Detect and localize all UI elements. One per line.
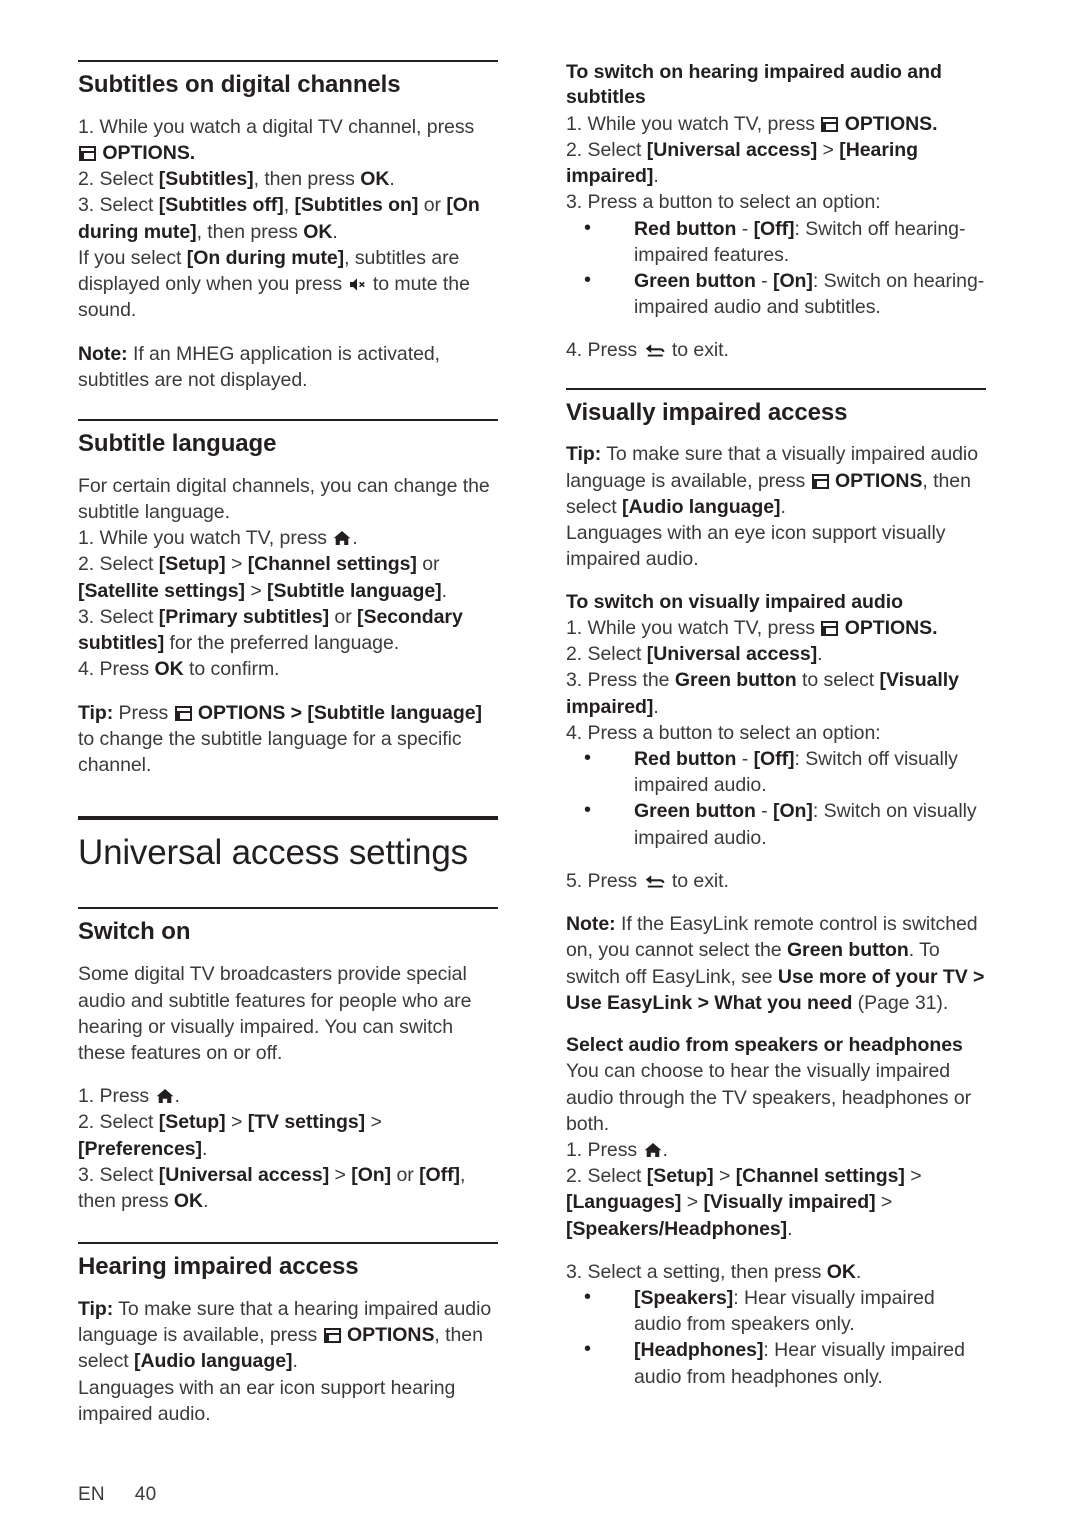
step-4: 4. Press to exit. [566,339,729,362]
heading-select-audio-output: Select audio from speakers or headphones [566,1033,963,1056]
steps-visually-impaired: 1. While you watch TV, press OPTIONS. 2.… [566,615,986,746]
list-item: [Speakers]: Hear visually impaired audio… [566,1284,986,1337]
step-1: 1. Press . [566,1138,668,1161]
list-item: Red button - [Off]: Switch off visually … [566,745,986,798]
heading-switch-on: Switch on [78,918,191,946]
steps-speakers-headphones: 1. Press . 2. Select [Setup] > [Channel … [566,1137,986,1242]
list-item: [Headphones]: Hear visually impaired aud… [566,1336,986,1389]
list-item: Green button - [On]: Switch on hearing-i… [566,267,986,320]
speakers-headphones-intro: You can choose to hear the visually impa… [566,1060,972,1135]
options-icon [174,705,192,721]
options-icon [811,473,829,489]
tip-hearing-impaired: Tip: To make sure that a hearing impaire… [78,1298,492,1373]
step-2: 2. Select [Universal access]. [566,643,823,666]
options-icon [79,146,96,162]
step-2: 2. Select [Setup] > [Channel settings] o… [78,553,447,602]
home-icon [333,530,351,546]
page-title: Universal access settings [78,833,468,873]
heading-subtitle-language: Subtitle language [78,429,277,457]
step-3: 3. Select a setting, then press OK. [566,1260,862,1283]
step-1: 1. Press . [78,1085,180,1108]
back-icon [645,343,665,358]
visually-impaired-options: Red button - [Off]: Switch off visually … [566,745,986,851]
hearing-impaired-body: Languages with an ear icon support heari… [78,1376,456,1425]
steps-hearing-impaired: 1. While you watch TV, press OPTIONS. 2.… [566,111,986,216]
right-column: To switch on hearing impaired audio and … [566,60,986,1390]
steps-subtitles-digital: 1. While you watch a digital TV channel,… [78,114,498,324]
step-2: 2. Select [Universal access] > [Hearing … [566,138,918,188]
left-column: Subtitles on digital channels 1. While y… [78,60,498,1427]
switch-on-intro: Some digital TV broadcasters provide spe… [78,963,472,1064]
two-column-layout: Subtitles on digital channels 1. While y… [78,60,1020,1427]
step-1: 1. While you watch TV, press OPTIONS. [566,616,938,639]
step-3: 3. Press the Green button to select [Vis… [566,669,959,718]
section-rule [566,387,986,390]
step-2: 2. Select [Setup] > [TV settings] > [Pre… [78,1111,382,1160]
section-rule [78,907,498,910]
step-3: 3. Press a button to select an option: [566,191,881,214]
heading-subtitles-on-digital-channels: Subtitles on digital channels [78,71,401,98]
speakers-headphones-options: [Speakers]: Hear visually impaired audio… [566,1284,986,1390]
language-code: EN [78,1484,105,1505]
step-1: 1. While you watch TV, press . [78,527,358,550]
step-3-note: If you select [On during mute], subtitle… [78,246,470,322]
list-item: Green button - [On]: Switch on visually … [566,797,986,850]
heading-hearing-impaired-access: Hearing impaired access [78,1253,359,1281]
section-rule [78,60,498,62]
options-icon [821,116,839,132]
step-2: 2. Select [Setup] > [Channel settings] >… [566,1165,922,1240]
options-icon [821,620,839,636]
list-item: Red button - [Off]: Switch off hearing-i… [566,215,986,268]
visually-impaired-body: Languages with an eye icon support visua… [566,522,946,571]
hearing-impaired-options: Red button - [Off]: Switch off hearing-i… [566,215,986,321]
steps-subtitle-language: 1. While you watch TV, press . 2. Select… [78,525,498,682]
step-5: 5. Press to exit. [566,869,729,892]
step-3: 3. Select [Subtitles off], [Subtitles on… [78,194,480,243]
step-4: 4. Press OK to confirm. [78,658,280,681]
mute-icon [349,277,367,292]
section-rule [78,1242,498,1245]
step-2: 2. Select [Subtitles], then press OK. [78,168,395,191]
manual-page: Subtitles on digital channels 1. While y… [0,0,1080,1532]
tip-subtitle-language: Tip: Press OPTIONS > [Subtitle language]… [78,701,482,776]
page-footer: EN 40 [78,1484,156,1506]
steps-switch-on: 1. Press . 2. Select [Setup] > [TV setti… [78,1083,498,1214]
tip-visually-impaired: Tip: To make sure that a visually impair… [566,443,978,518]
back-icon [645,874,665,889]
heading-visually-impaired-access: Visually impaired access [566,398,848,426]
heading-switch-on-visually-impaired: To switch on visually impaired audio [566,590,903,613]
home-icon [156,1088,174,1104]
note-easylink: Note: If the EasyLink remote control is … [566,913,985,1014]
options-icon [323,1328,341,1344]
step-3: 3. Select [Universal access] > [On] or [… [78,1163,466,1213]
heading-switch-on-hearing-impaired: To switch on hearing impaired audio and … [566,61,942,109]
note-mheg: Note: If an MHEG application is activate… [78,342,441,391]
step-1: 1. While you watch a digital TV channel,… [78,115,475,165]
step-3: 3. Select [Primary subtitles] or [Second… [78,605,463,655]
page-number: 40 [134,1484,157,1505]
title-rule [78,816,498,821]
home-icon [644,1142,662,1158]
step-1: 1. While you watch TV, press OPTIONS. [566,112,938,135]
step-4: 4. Press a button to select an option: [566,721,881,744]
subtitle-language-intro: For certain digital channels, you can ch… [78,474,490,523]
section-rule [78,418,498,421]
